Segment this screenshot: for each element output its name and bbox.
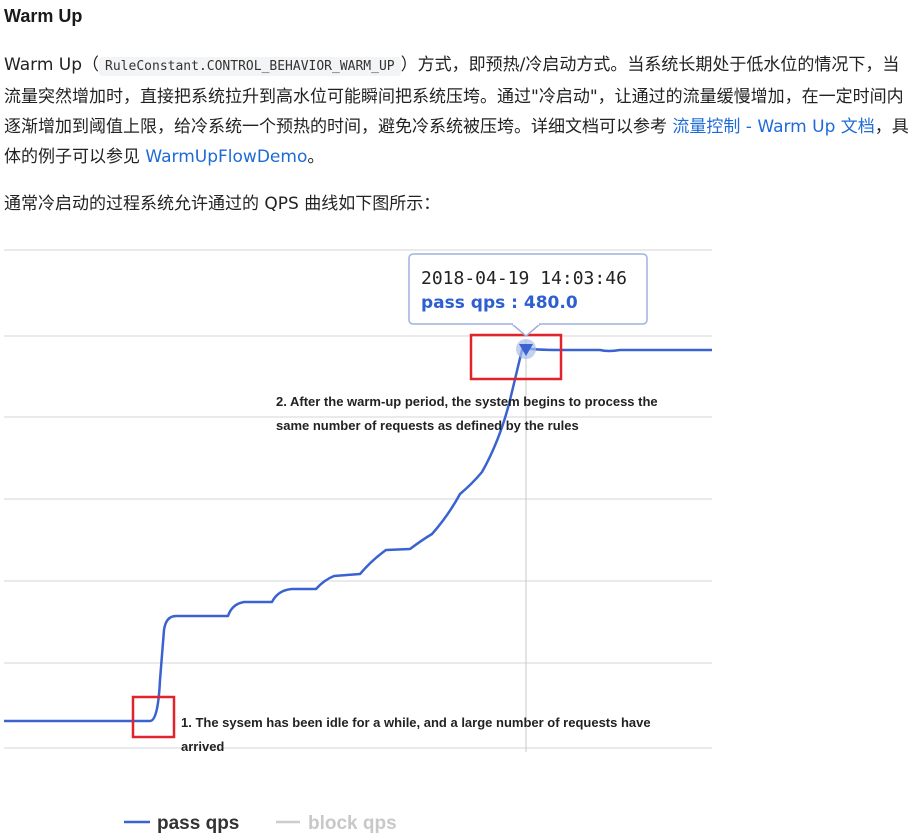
tooltip-box <box>408 253 648 325</box>
warmup-docs-link[interactable]: 流量控制 - Warm Up 文档 <box>672 117 874 137</box>
warmup-demo-link[interactable]: WarmUpFlowDemo <box>145 147 307 167</box>
chart-legend: pass qps block qps <box>124 813 397 834</box>
tooltip-value: pass qps : 480.0 <box>421 293 578 313</box>
inline-code: RuleConstant.CONTROL_BEHAVIOR_WARM_UP <box>99 57 401 76</box>
section-heading: Warm Up <box>4 6 83 26</box>
annotation-idle-line1: 1. The sysem has been idle for a while, … <box>181 715 651 730</box>
annotation-idle-line2: arrived <box>181 739 224 754</box>
intro-end: 。 <box>307 147 325 167</box>
legend-block-label[interactable]: block qps <box>308 813 397 834</box>
legend-pass-label[interactable]: pass qps <box>157 813 239 834</box>
chart-intro-text: 通常冷启动的过程系统允许通过的 QPS 曲线如下图所示： <box>4 194 441 214</box>
intro-paragraph: Warm Up（ RuleConstant.CONTROL_BEHAVIOR_WA… <box>4 50 909 172</box>
intro-prefix: Warm Up（ <box>4 55 100 75</box>
annotation-warmup-line1: 2. After the warm-up period, the system … <box>276 394 658 409</box>
qps-chart: 2018-04-19 14:03:46 pass qps : 480.0 2. … <box>4 249 712 834</box>
tooltip-date: 2018-04-19 14:03:46 <box>421 268 627 289</box>
chart-tooltip: 2018-04-19 14:03:46 pass qps : 480.0 <box>408 253 648 337</box>
annotation-warmup-line2: same number of requests as defined by th… <box>276 418 579 433</box>
